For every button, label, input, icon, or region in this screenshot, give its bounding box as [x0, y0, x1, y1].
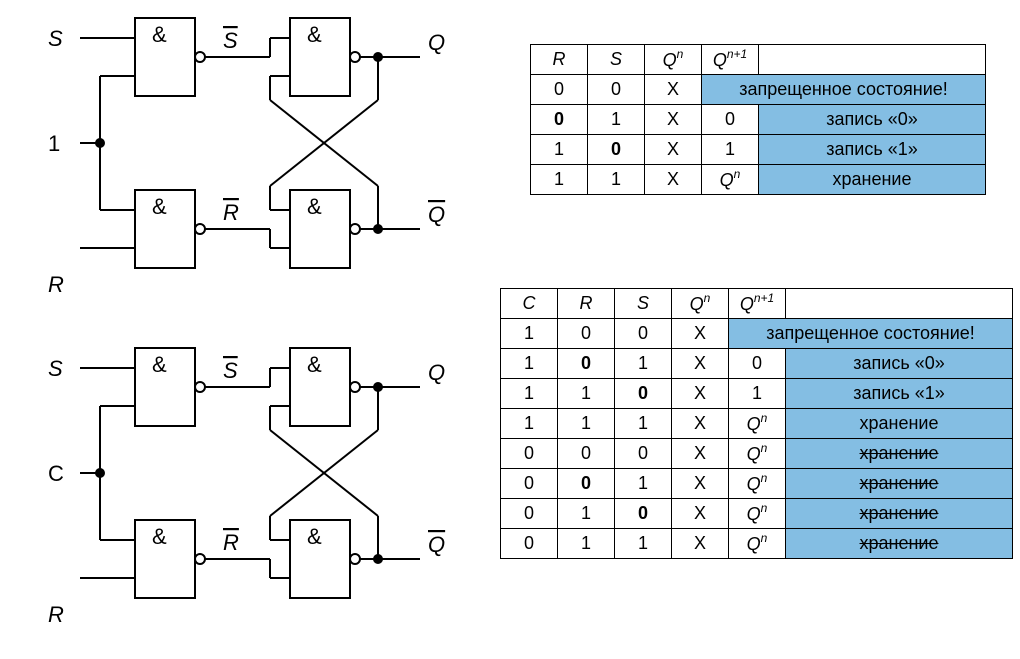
and-symbol: &: [152, 524, 167, 549]
output-qbar-label: Q: [428, 202, 445, 227]
table-row: 10X1запись «1»: [531, 135, 986, 165]
table-row: 00Xзапрещенное состояние!: [531, 75, 986, 105]
input-c-label: C: [48, 461, 64, 486]
and-symbol: &: [152, 22, 167, 47]
rs-latch-circuit-top: & & & & S 1 R S R Q Q: [0, 0, 470, 300]
and-symbol: &: [152, 194, 167, 219]
and-symbol: &: [307, 524, 322, 549]
rs-latch-circuit-bottom: & & & & S C R S R Q Q: [0, 330, 470, 650]
sbar-label: S: [223, 28, 238, 53]
input-1-label: 1: [48, 131, 60, 156]
and-symbol: &: [307, 22, 322, 47]
table-row: 111XQnхранение: [501, 409, 1013, 439]
table-row: 011XQnхранение: [501, 529, 1013, 559]
table-row: 100Xзапрещенное состояние!: [501, 319, 1013, 349]
table-row: 010XQnхранение: [501, 499, 1013, 529]
table-row: 110X1запись «1»: [501, 379, 1013, 409]
and-symbol: &: [307, 194, 322, 219]
output-qbar-label: Q: [428, 532, 445, 557]
output-q-label: Q: [428, 30, 445, 55]
rbar-label: R: [223, 530, 239, 555]
and-symbol: &: [152, 352, 167, 377]
input-s-label: S: [48, 26, 63, 51]
input-r-label: R: [48, 272, 64, 297]
input-r-label: R: [48, 602, 64, 627]
truth-table-2: CRSQnQn+1100Xзапрещенное состояние!101X0…: [500, 288, 1013, 559]
sbar-label: S: [223, 358, 238, 383]
table-row: 101X0запись «0»: [501, 349, 1013, 379]
table-row: 001XQnхранение: [501, 469, 1013, 499]
input-s-label: S: [48, 356, 63, 381]
truth-table-1: RSQnQn+100Xзапрещенное состояние!01X0зап…: [530, 44, 986, 195]
table-row: 01X0запись «0»: [531, 105, 986, 135]
output-q-label: Q: [428, 360, 445, 385]
and-symbol: &: [307, 352, 322, 377]
table-row: 11XQnхранение: [531, 165, 986, 195]
table-row: 000XQnхранение: [501, 439, 1013, 469]
rbar-label: R: [223, 200, 239, 225]
